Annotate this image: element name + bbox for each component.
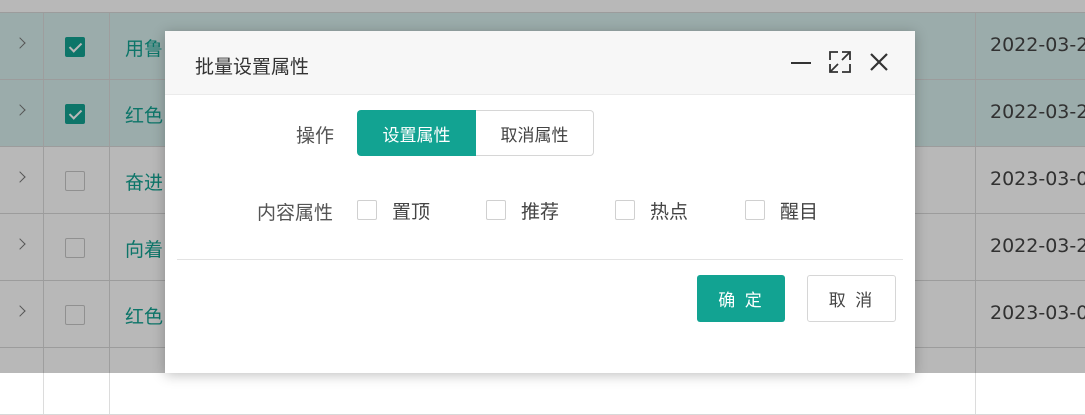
- confirm-button[interactable]: 确 定: [697, 275, 785, 322]
- minimize-icon[interactable]: [790, 51, 812, 73]
- divider: [177, 259, 903, 260]
- checkbox-label: 醒目: [780, 200, 819, 223]
- batch-attribute-dialog: 批量设置属性 操作 设置属性 取消属性 内容属性 置顶 推荐 热点 醒目 确 定…: [165, 31, 915, 373]
- attr-checkbox-top[interactable]: 置顶: [357, 198, 431, 223]
- attr-checkbox-highlight[interactable]: 醒目: [745, 198, 819, 223]
- checkbox-label: 置顶: [392, 200, 431, 223]
- checkbox-label: 推荐: [521, 200, 560, 223]
- checkbox-box[interactable]: [745, 200, 765, 220]
- checkbox-label: 热点: [650, 200, 689, 223]
- checkbox-box[interactable]: [357, 200, 377, 220]
- cancel-button[interactable]: 取 消: [807, 275, 896, 322]
- close-icon[interactable]: [868, 51, 890, 73]
- maximize-icon[interactable]: [829, 51, 851, 73]
- set-attribute-button[interactable]: 设置属性: [357, 110, 476, 156]
- checkbox-box[interactable]: [615, 200, 635, 220]
- dialog-title: 批量设置属性: [195, 56, 310, 78]
- dialog-header: 批量设置属性: [165, 31, 915, 95]
- unset-attribute-button[interactable]: 取消属性: [476, 110, 594, 156]
- operation-segmented-control: 设置属性 取消属性: [357, 110, 594, 156]
- attr-checkbox-hot[interactable]: 热点: [615, 198, 689, 223]
- operation-label: 操作: [296, 125, 335, 147]
- checkbox-box[interactable]: [486, 200, 506, 220]
- attr-checkbox-recommend[interactable]: 推荐: [486, 198, 560, 223]
- content-attribute-label: 内容属性: [257, 202, 334, 224]
